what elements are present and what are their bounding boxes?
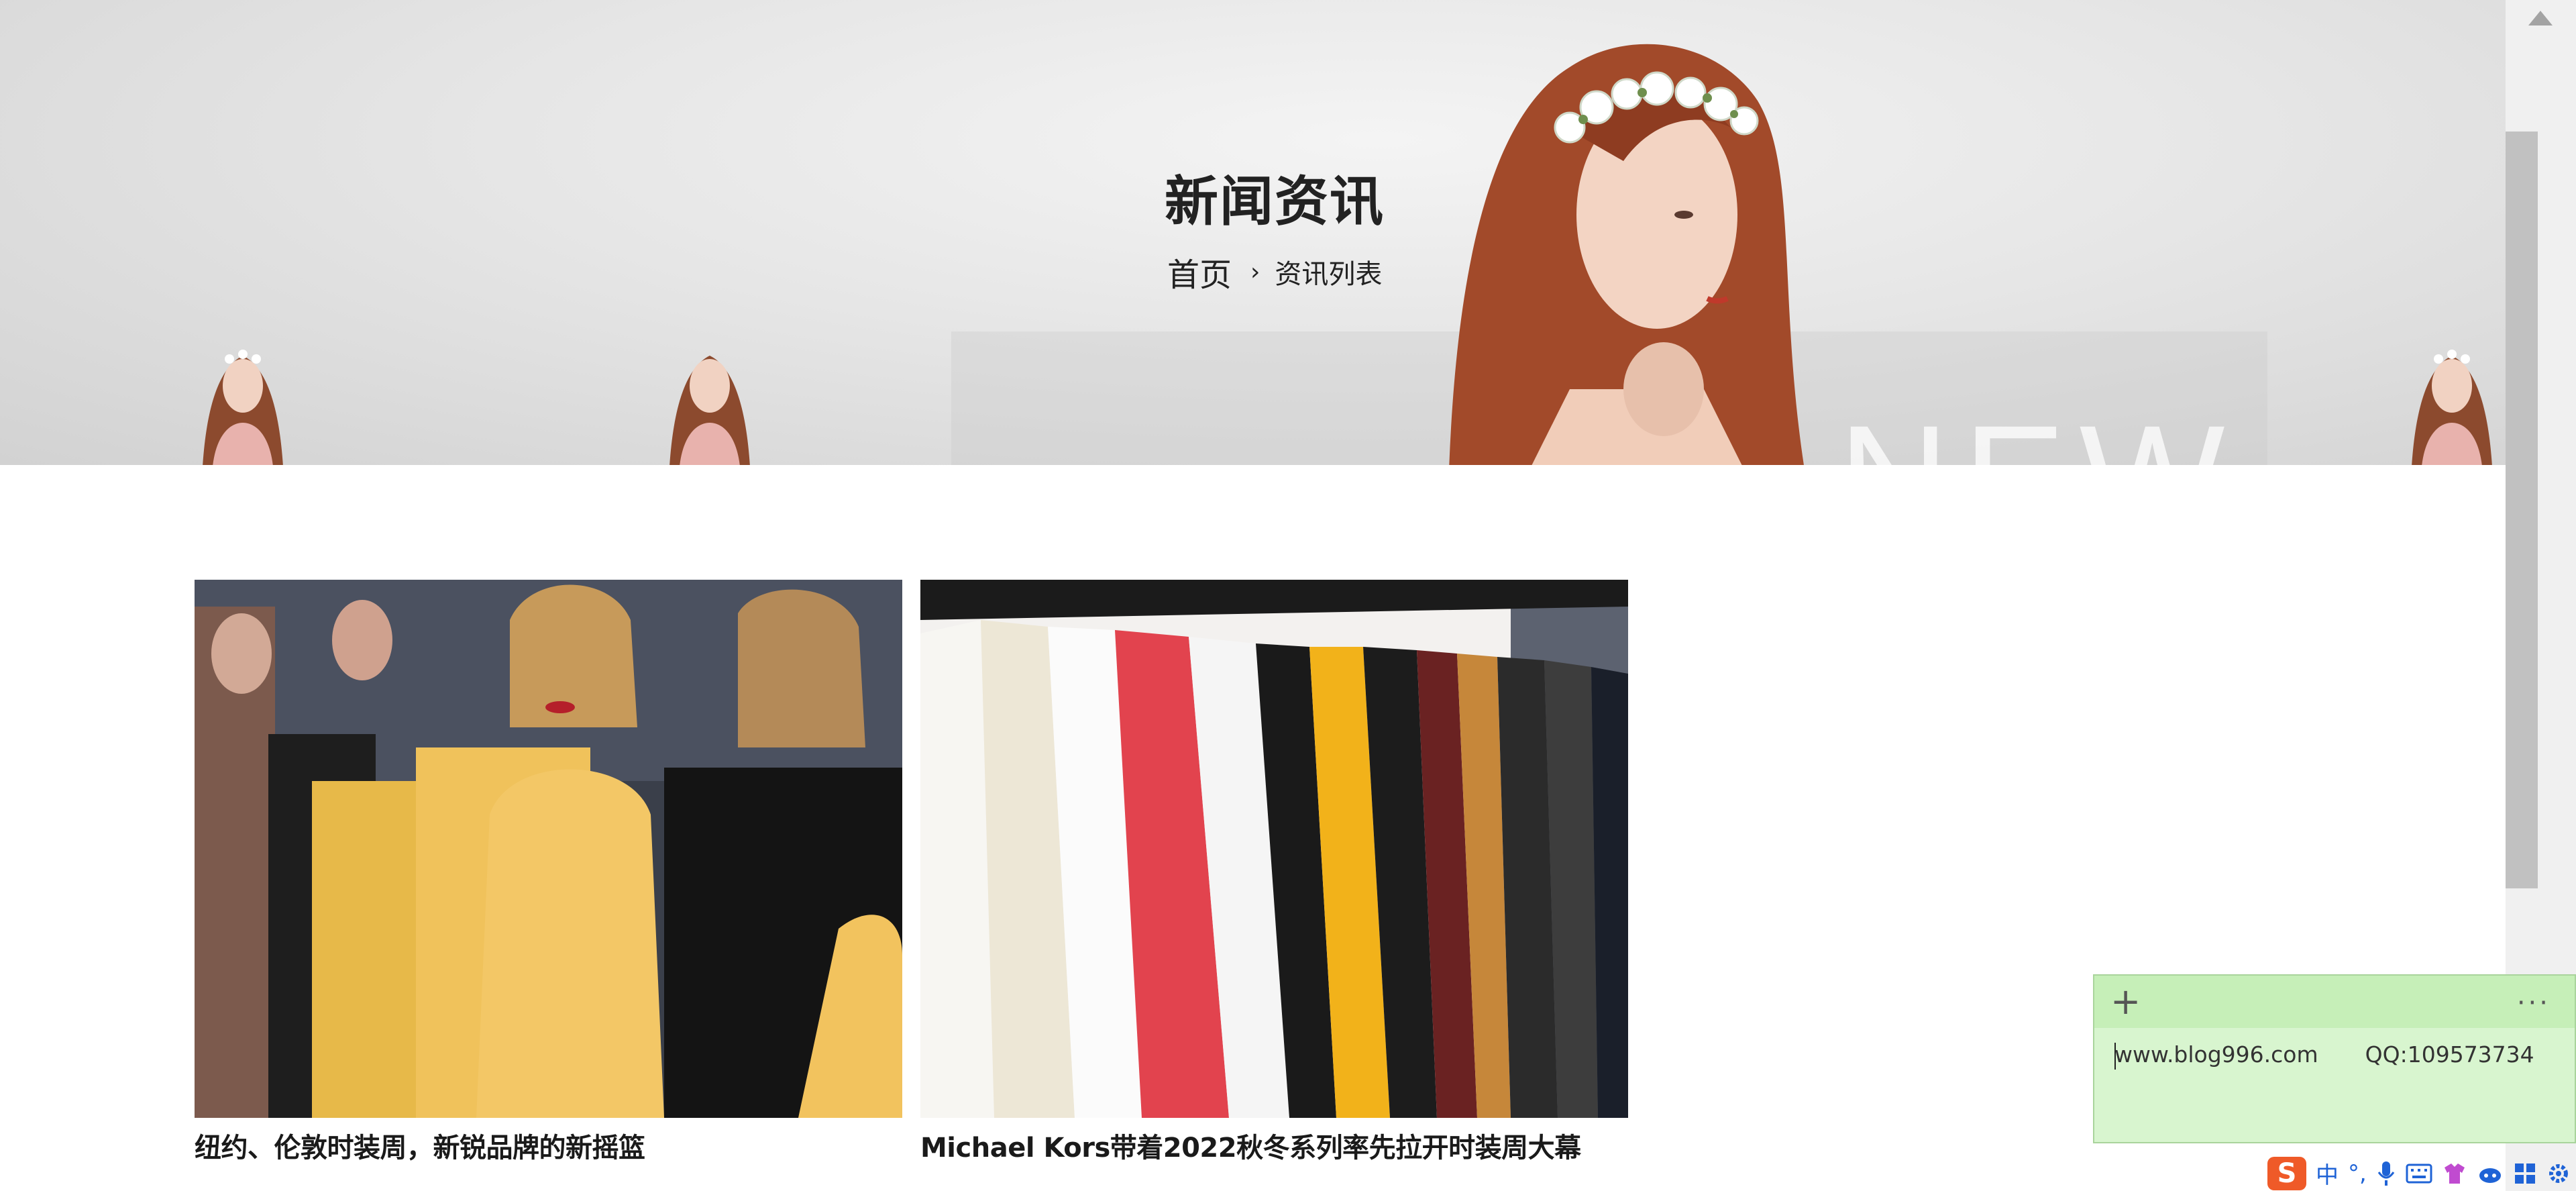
news-card-image[interactable] xyxy=(195,580,902,1118)
hero-mini-model-image xyxy=(2412,350,2492,465)
breadcrumb: 首页 › 资讯列表 xyxy=(1167,252,1383,294)
breadcrumb-separator: › xyxy=(1250,258,1260,286)
sticky-note-text[interactable]: www.blog996.com QQ:109573734 xyxy=(2094,1028,2575,1083)
sticky-note-line-qq: QQ:109573734 xyxy=(2365,1041,2534,1068)
skin-icon[interactable] xyxy=(2442,1161,2467,1186)
sticky-note-line-site: www.blog996.com xyxy=(2114,1041,2318,1070)
keyboard-icon[interactable] xyxy=(2406,1162,2432,1185)
sticky-note[interactable]: + ··· www.blog996.com QQ:109573734 xyxy=(2093,974,2576,1143)
ime-toolbar[interactable]: S 中 °, xyxy=(2267,1155,2571,1191)
page: NEW xyxy=(0,0,2576,1191)
scroll-thumb[interactable] xyxy=(2506,132,2538,888)
hero-watermark-text: NEW xyxy=(1838,403,2239,466)
plus-icon[interactable]: + xyxy=(2110,984,2141,1020)
news-card[interactable]: 纽约、伦敦时装周，新锐品牌的新摇篮 xyxy=(195,580,902,1165)
news-card-title[interactable]: 纽约、伦敦时装周，新锐品牌的新摇篮 xyxy=(195,1126,902,1165)
ime-punctuation-toggle[interactable]: °, xyxy=(2348,1160,2367,1187)
apps-icon[interactable] xyxy=(2513,1161,2537,1186)
hero-model-image xyxy=(1449,44,1804,465)
news-card[interactable]: Michael Kors带着2022秋冬系列率先拉开时装周大幕 xyxy=(920,580,1628,1165)
ime-mode-toggle[interactable]: 中 xyxy=(2316,1157,2339,1190)
page-title: 新闻资讯 xyxy=(1165,170,1385,233)
sticky-note-toolbar: + ··· xyxy=(2094,976,2575,1028)
breadcrumb-home-link[interactable]: 首页 xyxy=(1167,248,1232,295)
news-card-title[interactable]: Michael Kors带着2022秋冬系列率先拉开时装周大幕 xyxy=(920,1126,1628,1165)
more-icon[interactable]: ··· xyxy=(2517,988,2551,1019)
mic-icon[interactable] xyxy=(2376,1160,2396,1187)
news-card-image[interactable] xyxy=(920,580,1628,1118)
hero-mini-model-image xyxy=(203,350,283,465)
cloud-icon[interactable] xyxy=(2477,1162,2504,1185)
scroll-up-arrow-icon[interactable] xyxy=(2528,11,2553,25)
hero-mini-model-image xyxy=(669,356,750,465)
sogou-logo-icon[interactable]: S xyxy=(2267,1156,2306,1190)
settings-icon[interactable] xyxy=(2546,1161,2571,1186)
hero-banner: NEW xyxy=(0,0,2506,465)
breadcrumb-current: 资讯列表 xyxy=(1275,259,1383,290)
